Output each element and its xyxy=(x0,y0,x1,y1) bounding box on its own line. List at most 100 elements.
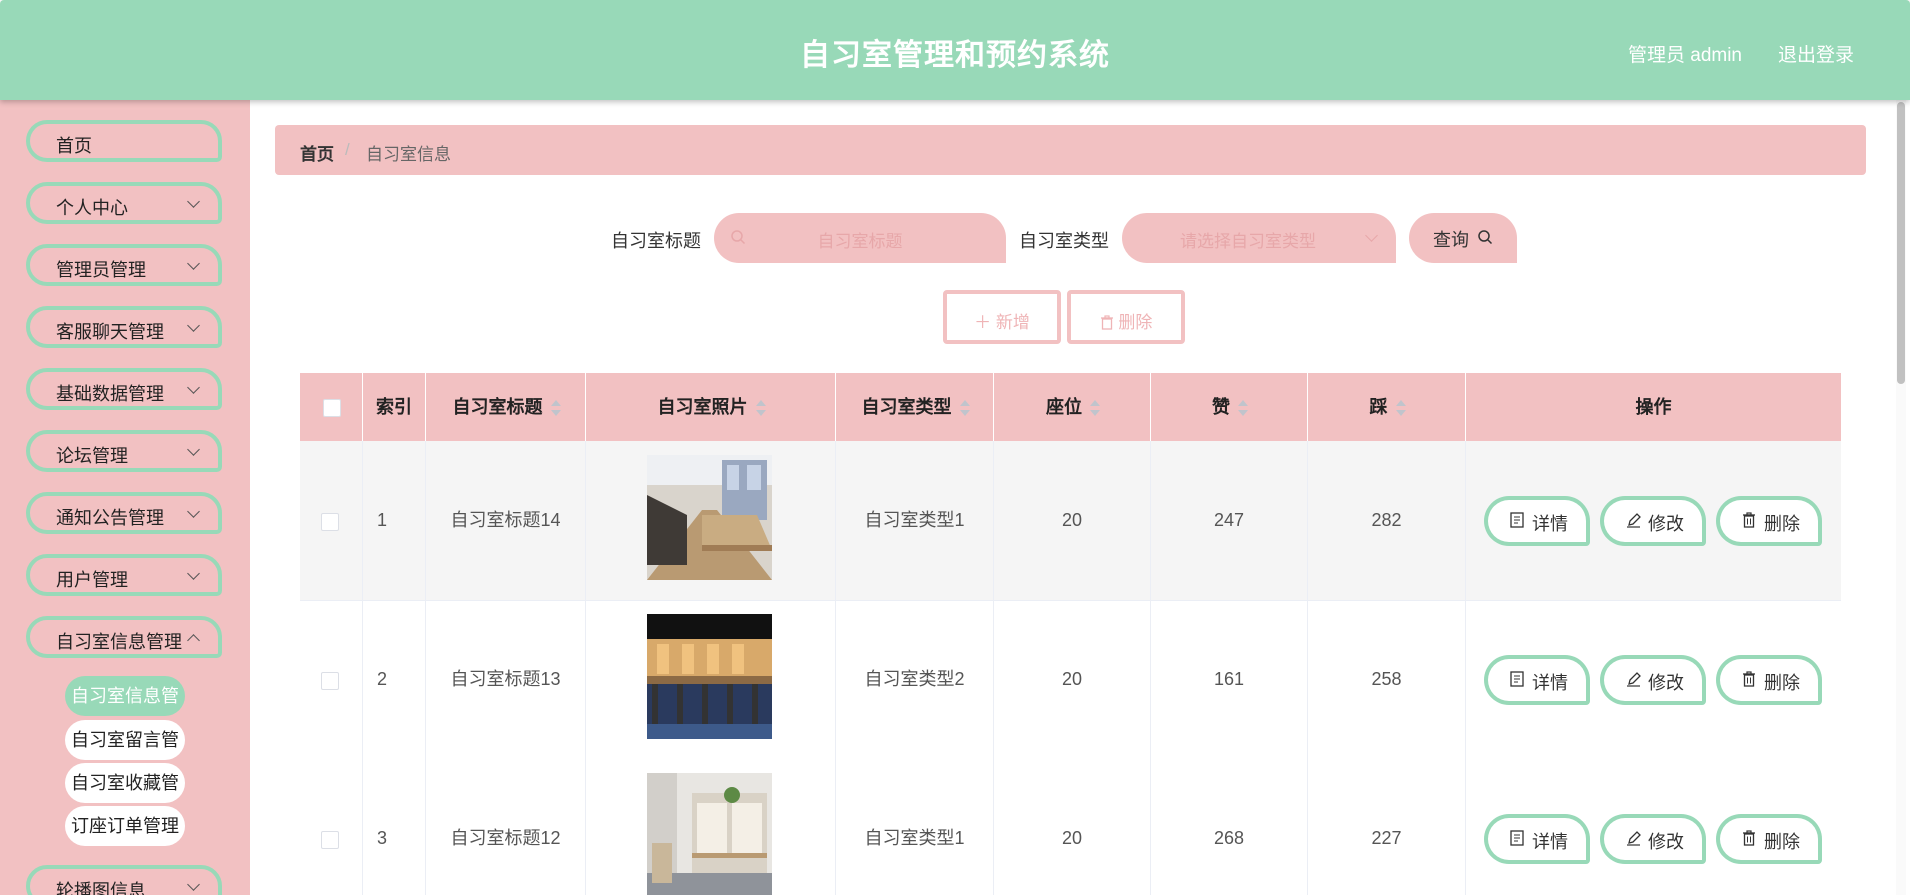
row-likes: 247 xyxy=(1151,441,1308,600)
sort-icon xyxy=(1395,400,1406,417)
col-dislikes[interactable]: 踩 xyxy=(1308,373,1466,441)
breadcrumb-separator: / xyxy=(345,140,350,159)
trash-icon xyxy=(1742,671,1756,692)
col-title[interactable]: 自习室标题 xyxy=(426,373,586,441)
sort-icon xyxy=(550,400,561,417)
sidebar-item-carousel[interactable]: 轮播图信息 xyxy=(26,865,222,895)
sidebar-item-room-info[interactable]: 自习室信息管理 xyxy=(26,616,222,658)
room-photo[interactable] xyxy=(647,455,772,580)
row-title: 自习室标题12 xyxy=(426,759,586,895)
batch-delete-label: 删除 xyxy=(1118,313,1153,332)
room-table: 索引 自习室标题 自习室照片 自习室类型 座位 赞 踩 操作 1 自习室标题14… xyxy=(300,373,1841,895)
edit-button[interactable]: 修改 xyxy=(1600,814,1706,864)
row-dislikes: 282 xyxy=(1308,441,1466,600)
detail-button[interactable]: 详情 xyxy=(1484,814,1590,864)
sidebar-item-label: 基础数据管理 xyxy=(56,384,164,404)
table-row: 1 自习室标题14 自习室类型1 20 247 282 详情 修改 删除 xyxy=(300,441,1841,601)
sub-item-room-favorite[interactable]: 自习室收藏管理 xyxy=(65,763,185,833)
sidebar-item-label: 客服聊天管理 xyxy=(56,322,164,342)
detail-button[interactable]: 详情 xyxy=(1484,496,1590,546)
sidebar-item-basic-data[interactable]: 基础数据管理 xyxy=(26,368,222,410)
type-select[interactable]: 请选择自习室类型 xyxy=(1122,213,1396,263)
pencil-icon xyxy=(1626,512,1642,533)
top-header: 自习室管理和预约系统 管理员 admin 退出登录 xyxy=(0,0,1910,100)
sub-item-room-message[interactable]: 自习室留言管理 xyxy=(65,720,185,790)
row-index: 1 xyxy=(363,441,426,600)
row-checkbox[interactable] xyxy=(321,672,339,690)
chevron-down-icon xyxy=(187,505,200,518)
sidebar-item-user-management[interactable]: 用户管理 xyxy=(26,554,222,596)
chevron-down-icon xyxy=(187,319,200,332)
sidebar-item-home[interactable]: 首页 xyxy=(26,120,222,162)
scrollbar-thumb[interactable] xyxy=(1897,102,1905,384)
sidebar-item-label: 用户管理 xyxy=(56,570,128,590)
select-all-checkbox[interactable] xyxy=(323,399,341,417)
row-checkbox[interactable] xyxy=(321,831,339,849)
sidebar-item-chat-management[interactable]: 客服聊天管理 xyxy=(26,306,222,348)
page-scrollbar[interactable] xyxy=(1896,100,1906,895)
batch-delete-button[interactable]: 删除 xyxy=(1067,290,1185,344)
sort-icon xyxy=(1090,400,1100,417)
detail-button[interactable]: 详情 xyxy=(1484,655,1590,705)
edit-button[interactable]: 修改 xyxy=(1600,496,1706,546)
title-search-label: 自习室标题 xyxy=(611,231,701,251)
search-icon xyxy=(1477,229,1493,250)
row-dislikes: 258 xyxy=(1308,600,1466,759)
row-likes: 161 xyxy=(1151,600,1308,759)
col-index: 索引 xyxy=(363,373,426,441)
row-type: 自习室类型1 xyxy=(836,441,994,600)
col-type[interactable]: 自习室类型 xyxy=(836,373,994,441)
chevron-down-icon xyxy=(1365,229,1378,242)
sidebar-item-notice[interactable]: 通知公告管理 xyxy=(26,492,222,534)
trash-icon xyxy=(1742,512,1756,533)
room-photo[interactable] xyxy=(647,773,772,895)
chevron-down-icon xyxy=(187,195,200,208)
sidebar-item-forum[interactable]: 论坛管理 xyxy=(26,430,222,472)
table-row: 3 自习室标题12 自习室类型1 20 268 227 详情 修改 删除 xyxy=(300,759,1841,895)
breadcrumb-home[interactable]: 首页 xyxy=(300,140,334,165)
col-likes[interactable]: 赞 xyxy=(1151,373,1308,441)
table-header: 索引 自习室标题 自习室照片 自习室类型 座位 赞 踩 操作 xyxy=(300,373,1841,441)
query-button[interactable]: 查询 xyxy=(1409,213,1517,263)
logout-link[interactable]: 退出登录 xyxy=(1778,40,1854,67)
sidebar-item-admin-management[interactable]: 管理员管理 xyxy=(26,244,222,286)
col-seats[interactable]: 座位 xyxy=(994,373,1151,441)
breadcrumb-current: 自习室信息 xyxy=(366,145,451,164)
pencil-icon xyxy=(1626,671,1642,692)
sidebar-item-label: 轮播图信息 xyxy=(56,881,146,895)
chevron-up-icon xyxy=(187,634,200,647)
type-select-placeholder: 请选择自习室类型 xyxy=(1180,232,1316,251)
breadcrumb: 首页 / 自习室信息 xyxy=(275,125,1866,175)
select-all-header xyxy=(300,373,363,441)
delete-button[interactable]: 删除 xyxy=(1716,814,1822,864)
title-search-input[interactable]: 自习室标题 xyxy=(714,213,1006,263)
current-user: 管理员 admin xyxy=(1627,45,1742,66)
row-index: 2 xyxy=(363,600,426,759)
chevron-down-icon xyxy=(187,257,200,270)
document-icon xyxy=(1510,671,1524,692)
row-dislikes: 227 xyxy=(1308,759,1466,895)
sub-item-room-info[interactable]: 自习室信息管理 xyxy=(65,676,185,746)
edit-button[interactable]: 修改 xyxy=(1600,655,1706,705)
delete-button[interactable]: 删除 xyxy=(1716,655,1822,705)
delete-button[interactable]: 删除 xyxy=(1716,496,1822,546)
room-photo[interactable] xyxy=(647,614,772,739)
col-photo[interactable]: 自习室照片 xyxy=(586,373,836,441)
row-type: 自习室类型2 xyxy=(836,600,994,759)
type-select-label: 自习室类型 xyxy=(1019,231,1109,251)
sidebar-item-personal-center[interactable]: 个人中心 xyxy=(26,182,222,224)
plus-icon: ＋ xyxy=(974,313,996,332)
col-actions: 操作 xyxy=(1635,397,1672,417)
sidebar: 首页 个人中心 管理员管理 客服聊天管理 基础数据管理 论坛管理 通知公告管理 … xyxy=(0,100,250,895)
trash-icon xyxy=(1100,313,1119,332)
document-icon xyxy=(1510,830,1524,851)
chevron-down-icon xyxy=(187,878,200,891)
add-button[interactable]: ＋ 新增 xyxy=(943,290,1061,344)
row-checkbox[interactable] xyxy=(321,513,339,531)
document-icon xyxy=(1510,512,1524,533)
sort-icon xyxy=(959,400,970,417)
sub-item-seat-orders[interactable]: 订座订单管理 xyxy=(65,806,185,846)
query-button-label: 查询 xyxy=(1433,230,1469,250)
trash-icon xyxy=(1742,830,1756,851)
row-seats: 20 xyxy=(994,600,1151,759)
